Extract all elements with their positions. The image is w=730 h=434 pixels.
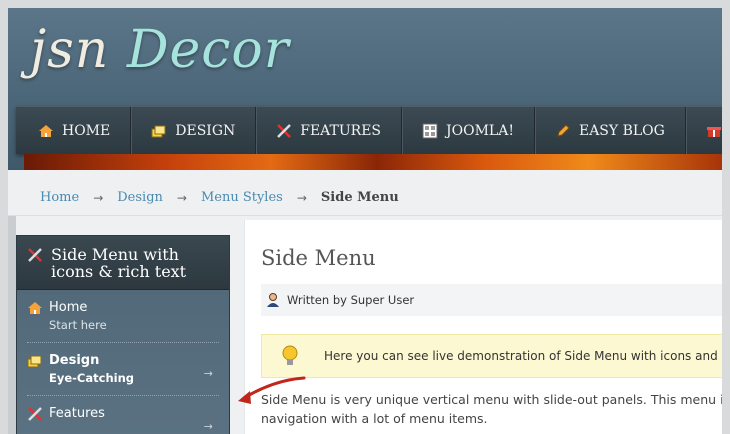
- side-menu-item-title: Design: [49, 353, 100, 368]
- nav-item-label: JOOMLA!: [446, 122, 514, 139]
- design-icon: [27, 355, 42, 368]
- nav-item-joomla[interactable]: JOOMLA!: [402, 106, 535, 155]
- nav-item-label: FEATURES: [300, 122, 382, 139]
- side-menu-item-subtitle: Start here: [49, 318, 107, 332]
- nav-item-label: EASY BLOG: [578, 122, 665, 139]
- left-strip: [8, 180, 16, 434]
- joomla-icon: [422, 123, 438, 138]
- breadcrumb-link-home[interactable]: Home: [40, 190, 79, 205]
- side-menu-item-title: Features: [49, 406, 105, 421]
- author-text: Written by Super User: [287, 293, 415, 307]
- breadcrumb: Home → Design → Menu Styles → Side Menu: [8, 180, 722, 216]
- side-menu-item-title: Home: [49, 300, 88, 315]
- submenu-arrow-icon: →: [203, 420, 213, 433]
- side-menu-item-features[interactable]: Features →: [27, 396, 219, 433]
- article-meta: Written by Super User: [261, 284, 722, 316]
- user-icon: [267, 293, 279, 307]
- annotation-arrow-icon: [238, 376, 306, 404]
- design-icon: [151, 125, 166, 137]
- side-menu-header: Side Menu with icons & rich text: [17, 236, 229, 290]
- lightbulb-icon: [282, 345, 298, 365]
- side-menu-item-home[interactable]: Home Start here: [27, 290, 219, 343]
- page-frame: jsn Decor HOME DESIGN FEATURES JOOMLA! E…: [8, 8, 722, 434]
- tools-icon: [28, 248, 42, 262]
- pencil-icon: [557, 123, 570, 137]
- info-text: Here you can see live demonstration of S…: [324, 349, 722, 363]
- breadcrumb-separator: →: [176, 190, 187, 205]
- nav-item-label: DESIGN: [175, 122, 236, 139]
- breadcrumb-separator: →: [93, 190, 104, 205]
- nav-item-gift[interactable]: G: [686, 107, 722, 155]
- gift-icon: [706, 126, 721, 137]
- header-banner-image: [24, 154, 722, 170]
- side-menu-item-design[interactable]: Design Eye-Catching →: [27, 343, 219, 396]
- nav-item-home[interactable]: HOME: [16, 106, 132, 155]
- article-content: Side Menu Written by Super User Here you…: [244, 220, 722, 434]
- nav-item-easy-blog[interactable]: EASY BLOG: [535, 106, 686, 155]
- breadcrumb-link-design[interactable]: Design: [117, 190, 163, 205]
- tools-icon: [28, 407, 42, 421]
- main-nav: HOME DESIGN FEATURES JOOMLA! EASY BLOG G: [16, 106, 722, 155]
- breadcrumb-link-menu-styles[interactable]: Menu Styles: [201, 190, 283, 205]
- site-logo[interactable]: jsn Decor: [30, 20, 290, 80]
- nav-item-design[interactable]: DESIGN: [131, 106, 257, 155]
- breadcrumb-separator: →: [296, 190, 307, 205]
- info-box: Here you can see live demonstration of S…: [261, 334, 722, 378]
- nav-item-features[interactable]: FEATURES: [256, 106, 403, 155]
- submenu-arrow-icon: →: [203, 367, 213, 380]
- side-menu-title: Side Menu with icons & rich text: [51, 245, 187, 281]
- article-body-line: Side Menu is very unique vertical menu w…: [261, 392, 722, 407]
- nav-item-label: HOME: [62, 122, 111, 139]
- tools-icon: [277, 123, 292, 138]
- home-icon: [39, 124, 53, 137]
- side-menu: Side Menu with icons & rich text Home St…: [16, 235, 230, 434]
- side-menu-item-subtitle: Eye-Catching: [49, 371, 134, 385]
- home-icon: [28, 302, 42, 314]
- breadcrumb-current: Side Menu: [320, 190, 399, 205]
- article-title: Side Menu: [261, 246, 376, 270]
- article-body-line: navigation with a lot of menu items.: [261, 411, 488, 426]
- article-body: Side Menu is very unique vertical menu w…: [261, 390, 722, 428]
- site-header: jsn Decor HOME DESIGN FEATURES JOOMLA! E…: [8, 8, 722, 170]
